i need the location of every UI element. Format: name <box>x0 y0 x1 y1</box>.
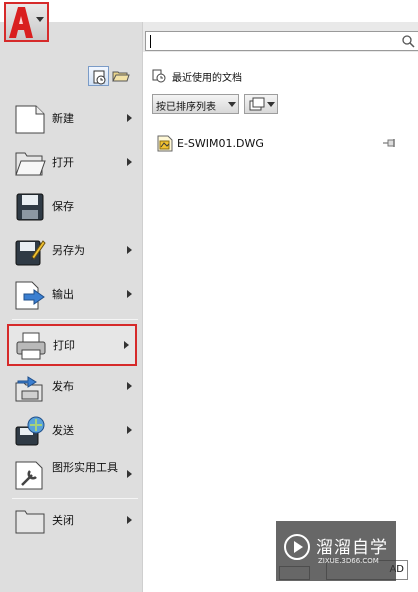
menu-item-publish[interactable]: 发布 <box>8 367 138 407</box>
menu-item-new[interactable]: 新建 <box>8 99 138 139</box>
chevron-down-icon <box>267 102 275 107</box>
autocad-a-logo <box>9 7 33 38</box>
recent-documents-icon <box>152 69 166 83</box>
pin-icon[interactable] <box>383 138 397 148</box>
submenu-arrow-icon <box>127 470 132 478</box>
menu-item-label: 发布 <box>52 380 74 393</box>
play-logo-icon <box>284 534 310 560</box>
menu-item-save[interactable]: 保存 <box>8 187 138 227</box>
search-input[interactable] <box>145 31 418 51</box>
submenu-arrow-icon <box>124 341 129 349</box>
dwg-file-icon <box>157 135 173 152</box>
send-icon <box>14 415 46 447</box>
application-menu-commands: 新建 打开 保存 另存为 输出 打印 发布 发送 图形实用工具 关闭 <box>0 22 142 592</box>
close-document-icon <box>14 505 46 537</box>
menu-item-label: 另存为 <box>52 244 85 257</box>
menu-item-label: 图形实用工具 <box>52 461 118 474</box>
submenu-arrow-icon <box>127 290 132 298</box>
print-icon <box>15 330 47 362</box>
menu-separator <box>12 498 138 499</box>
text-caret <box>150 35 151 48</box>
large-icons-icon <box>249 97 265 111</box>
menu-item-close[interactable]: 关闭 <box>8 501 138 541</box>
sort-order-dropdown[interactable]: 按已排序列表 <box>152 94 239 114</box>
menu-separator <box>12 319 138 320</box>
save-disk-icon <box>14 191 46 223</box>
menu-item-label: 关闭 <box>52 514 74 527</box>
application-menu-button[interactable] <box>4 2 49 42</box>
submenu-arrow-icon <box>127 246 132 254</box>
file-name: E-SWIM01.DWG <box>177 137 264 150</box>
sort-order-label: 按已排序列表 <box>156 102 216 113</box>
watermark: 溜溜自学 ZIXUE.3D66.COM <box>276 521 396 581</box>
recent-documents-icon[interactable] <box>88 66 109 86</box>
submenu-arrow-icon <box>127 158 132 166</box>
title-bar <box>0 0 418 22</box>
menu-item-label: 输出 <box>52 288 74 301</box>
display-mode-dropdown[interactable] <box>244 94 278 114</box>
menu-item-print[interactable]: 打印 <box>7 324 137 366</box>
recent-documents-title: 最近使用的文档 <box>172 73 242 84</box>
publish-icon <box>14 371 46 403</box>
menu-item-label: 保存 <box>52 200 74 213</box>
menu-item-label: 发送 <box>52 424 74 437</box>
submenu-arrow-icon <box>127 382 132 390</box>
search-icon[interactable] <box>401 34 415 48</box>
menu-item-export[interactable]: 输出 <box>8 275 138 315</box>
submenu-arrow-icon <box>127 516 132 524</box>
new-document-icon <box>14 103 46 135</box>
menu-item-label: 打印 <box>53 339 75 352</box>
export-icon <box>14 279 46 311</box>
recent-file-item[interactable]: E-SWIM01.DWG <box>157 134 401 154</box>
save-as-icon <box>14 235 46 267</box>
menu-item-save-as[interactable]: 另存为 <box>8 231 138 271</box>
open-folder-icon <box>14 147 46 179</box>
submenu-arrow-icon <box>127 114 132 122</box>
menu-item-drawing-utilities[interactable]: 图形实用工具 <box>8 455 138 495</box>
open-documents-icon[interactable] <box>110 66 131 86</box>
watermark-subtitle: ZIXUE.3D66.COM <box>318 557 379 565</box>
watermark-title: 溜溜自学 <box>316 538 388 558</box>
recent-documents-panel: 最近使用的文档 按已排序列表 E-SWIM01.DWG <box>142 22 418 592</box>
chevron-down-icon <box>228 102 236 107</box>
menu-item-label: 打开 <box>52 156 74 169</box>
search-bar <box>143 22 418 52</box>
recent-open-toggle <box>88 66 132 86</box>
drawing-utilities-icon <box>14 459 46 491</box>
chevron-down-icon <box>36 17 44 22</box>
submenu-arrow-icon <box>127 426 132 434</box>
menu-item-open[interactable]: 打开 <box>8 143 138 183</box>
menu-item-label: 新建 <box>52 112 74 125</box>
menu-item-send[interactable]: 发送 <box>8 411 138 451</box>
